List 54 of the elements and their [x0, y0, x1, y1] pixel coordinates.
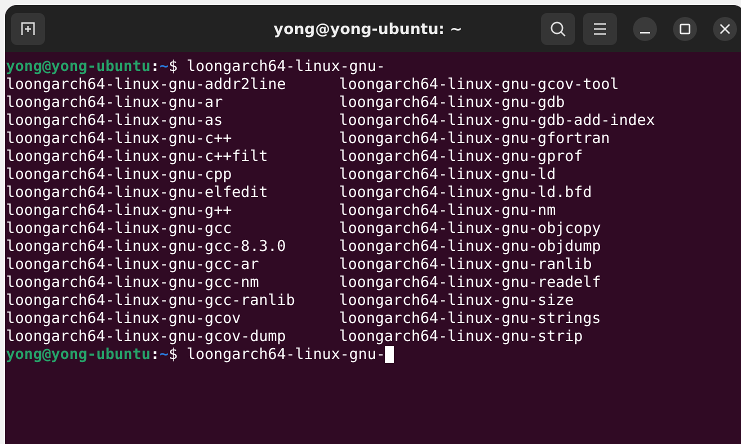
prompt-symbol: $ — [168, 57, 178, 75]
completion-entry: loongarch64-linux-gnu-ranlib — [339, 255, 593, 273]
completion-entry: loongarch64-linux-gnu-objcopy — [339, 219, 602, 237]
completion-entry: loongarch64-linux-gnu-gcov — [6, 309, 242, 327]
completion-entry: loongarch64-linux-gnu-addr2line — [6, 75, 287, 93]
completion-entry: loongarch64-linux-gnu-gcc-ranlib — [6, 291, 296, 309]
minimize-icon — [640, 32, 650, 34]
maximize-button[interactable] — [673, 16, 697, 40]
completion-entry: loongarch64-linux-gnu-gprof — [339, 147, 584, 165]
new-tab-button[interactable] — [11, 12, 45, 44]
search-button[interactable] — [541, 12, 575, 44]
prompt-user-host: yong@yong-ubuntu — [6, 57, 150, 75]
prompt-path: ~ — [160, 345, 169, 363]
completion-entry: loongarch64-linux-gnu-nm — [339, 201, 557, 219]
prompt-separator: : — [150, 345, 160, 363]
window-title: yong@yong-ubuntu: ~ — [272, 20, 464, 38]
completion-entry: loongarch64-linux-gnu-gcov-tool — [339, 75, 620, 93]
completion-entry: loongarch64-linux-gnu-size — [339, 291, 575, 309]
prompt-path: ~ — [160, 57, 169, 75]
text-cursor — [385, 346, 394, 362]
completion-entry: loongarch64-linux-gnu-c++ — [6, 129, 233, 147]
completion-entry: loongarch64-linux-gnu-gfortran — [339, 129, 611, 147]
menu-icon — [592, 22, 608, 36]
prompt-separator: : — [150, 57, 160, 75]
completion-entry: loongarch64-linux-gnu-as — [6, 111, 224, 129]
completion-entry: loongarch64-linux-gnu-ar — [6, 93, 224, 111]
completion-entry: loongarch64-linux-gnu-objdump — [339, 237, 602, 255]
completion-entry: loongarch64-linux-gnu-ld — [339, 165, 557, 183]
completion-entry: loongarch64-linux-gnu-strip — [339, 327, 584, 345]
completion-entry: loongarch64-linux-gnu-gdb-add-index — [339, 111, 656, 129]
search-icon — [549, 20, 567, 38]
new-tab-icon — [19, 20, 37, 38]
prompt-user-host: yong@yong-ubuntu — [6, 345, 150, 363]
maximize-icon — [679, 22, 691, 34]
command-text: loongarch64-linux-gnu- — [186, 345, 386, 363]
completion-entry: loongarch64-linux-gnu-gcc-ar — [6, 255, 260, 273]
completion-entry: loongarch64-linux-gnu-gcov-dump — [6, 327, 287, 345]
completion-entry: loongarch64-linux-gnu-elfedit — [6, 183, 269, 201]
completion-entry: loongarch64-linux-gnu-gdb — [339, 93, 566, 111]
completion-entry: loongarch64-linux-gnu-cpp — [6, 165, 233, 183]
completion-entry: loongarch64-linux-gnu-ld.bfd — [339, 183, 593, 201]
completion-entry: loongarch64-linux-gnu-gcc — [6, 219, 233, 237]
close-button[interactable] — [713, 16, 737, 40]
completion-entry: loongarch64-linux-gnu-gcc-nm — [6, 273, 260, 291]
prompt-symbol: $ — [168, 345, 178, 363]
menu-button[interactable] — [583, 12, 617, 44]
minimize-button[interactable] — [633, 16, 657, 40]
command-text: loongarch64-linux-gnu- — [186, 57, 386, 75]
completion-entry: loongarch64-linux-gnu-strings — [339, 309, 602, 327]
completion-entry: loongarch64-linux-gnu-g++ — [6, 201, 233, 219]
close-icon — [719, 22, 731, 34]
completion-entry: loongarch64-linux-gnu-c++filt — [6, 147, 269, 165]
completion-entry: loongarch64-linux-gnu-gcc-8.3.0 — [6, 237, 287, 255]
completion-entry: loongarch64-linux-gnu-readelf — [339, 273, 602, 291]
